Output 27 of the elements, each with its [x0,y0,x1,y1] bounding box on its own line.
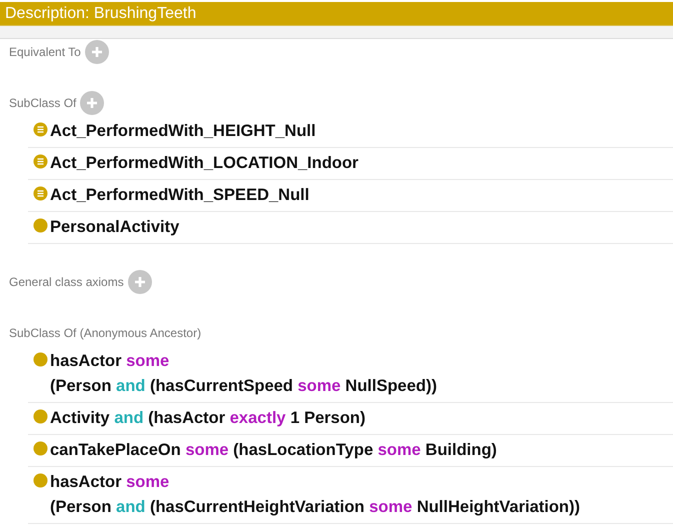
add-button[interactable] [84,40,109,64]
class-expression: Act_PerformedWith_SPEED_Null [50,185,310,206]
class-icon [33,473,48,488]
plus-icon [86,97,98,109]
class-icon [33,218,48,233]
add-button[interactable] [80,91,104,115]
defined-class-icon [33,186,48,201]
class-expression: hasActor some (Person and (hasCurrentHeightVariation some NullHeightVariation)) [50,472,580,518]
class-expression: Activity and (hasActor exactly 1 Person) [50,408,366,429]
class-expression: Act_PerformedWith_LOCATION_Indoor [50,153,358,174]
defined-class-icon [33,122,48,137]
plus-icon [134,276,146,288]
class-expression: PersonalActivity [50,217,180,238]
class-icon [33,409,48,424]
class-expression: hasActor some (Person and (hasCurrentSpeed some NullSpeed)) [50,351,437,397]
section-heading: SubClass Of (Anonymous Ancestor) [9,326,202,340]
class-icon [33,352,48,367]
class-expression: canTakePlaceOn some (hasLocationType some Building) [50,440,497,461]
defined-class-icon [33,154,48,169]
plus-icon [90,46,103,58]
section-heading: General class axioms [9,275,124,289]
section-heading: Equivalent To [9,45,81,59]
class-icon [33,441,48,456]
section-heading: SubClass Of [9,96,76,110]
panel-title: Description: BrushingTeeth [0,2,673,26]
class-expression: Act_PerformedWith_HEIGHT_Null [50,121,316,142]
add-button[interactable] [128,270,152,294]
